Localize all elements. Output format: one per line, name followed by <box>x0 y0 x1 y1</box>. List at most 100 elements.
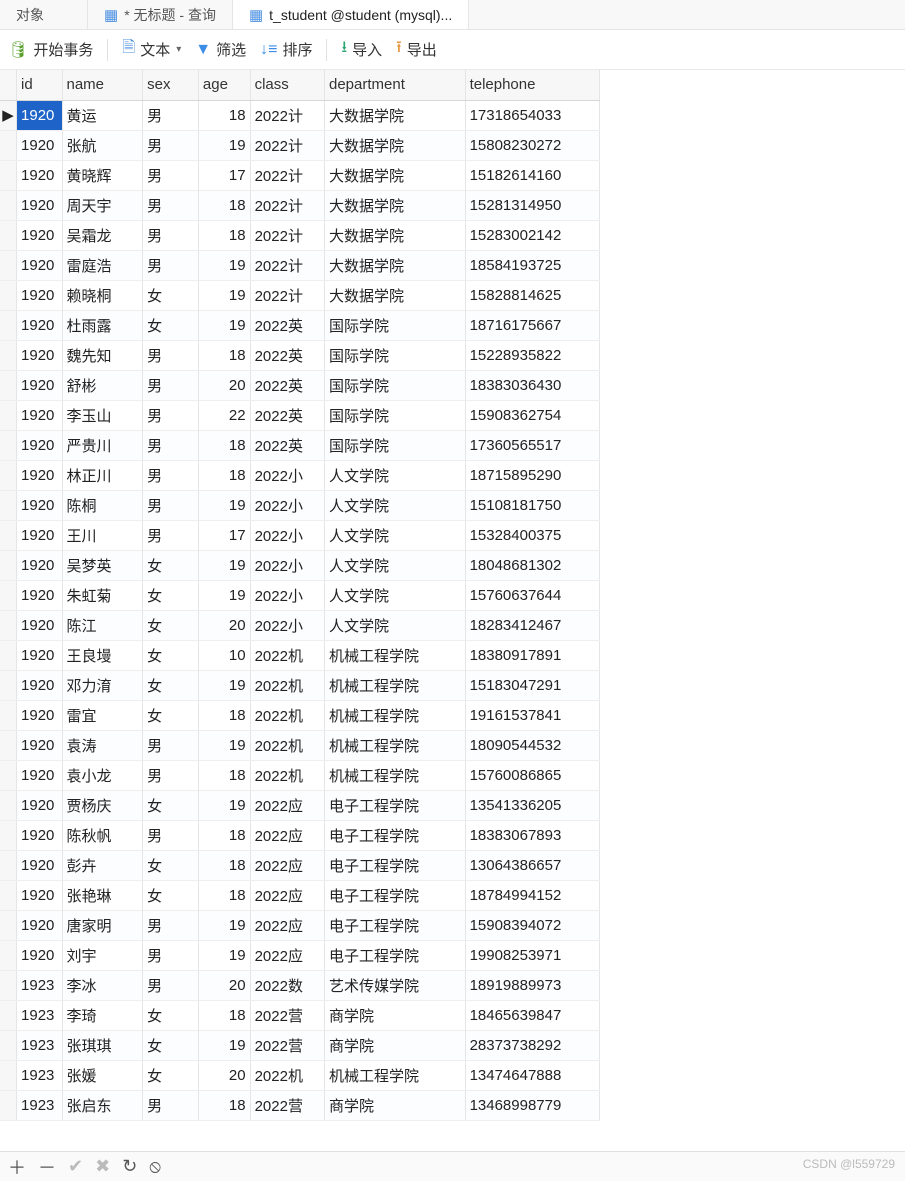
cell-id[interactable]: 1920 <box>17 430 62 460</box>
cell-department[interactable]: 机械工程学院 <box>325 730 466 760</box>
row-marker[interactable] <box>0 1090 17 1120</box>
cell-name[interactable]: 袁小龙 <box>62 760 143 790</box>
cell-class[interactable]: 2022机 <box>250 700 324 730</box>
cell-department[interactable]: 国际学院 <box>325 340 466 370</box>
cell-name[interactable]: 袁涛 <box>62 730 143 760</box>
tab-query[interactable]: ▦ * 无标题 - 查询 <box>88 0 233 29</box>
cell-class[interactable]: 2022营 <box>250 1030 324 1060</box>
cell-age[interactable]: 18 <box>198 190 250 220</box>
cell-id[interactable]: 1920 <box>17 640 62 670</box>
cell-id[interactable]: 1920 <box>17 670 62 700</box>
cell-class[interactable]: 2022机 <box>250 760 324 790</box>
cell-name[interactable]: 贾杨庆 <box>62 790 143 820</box>
table-row[interactable]: 1920陈江女202022小人文学院18283412467 <box>0 610 600 640</box>
cell-class[interactable]: 2022机 <box>250 730 324 760</box>
cell-age[interactable]: 18 <box>198 820 250 850</box>
col-header-sex[interactable]: sex <box>143 70 199 100</box>
cell-class[interactable]: 2022应 <box>250 820 324 850</box>
delete-row-button[interactable]: － <box>38 1154 56 1180</box>
cell-class[interactable]: 2022小 <box>250 490 324 520</box>
cell-class[interactable]: 2022机 <box>250 670 324 700</box>
cell-class[interactable]: 2022应 <box>250 940 324 970</box>
cell-name[interactable]: 张琪琪 <box>62 1030 143 1060</box>
cell-age[interactable]: 22 <box>198 400 250 430</box>
cell-class[interactable]: 2022机 <box>250 640 324 670</box>
table-row[interactable]: 1920刘宇男192022应电子工程学院19908253971 <box>0 940 600 970</box>
cell-id[interactable]: 1920 <box>17 610 62 640</box>
cell-sex[interactable]: 男 <box>143 430 199 460</box>
cell-telephone[interactable]: 15228935822 <box>465 340 599 370</box>
table-row[interactable]: 1920邓力淯女192022机机械工程学院15183047291 <box>0 670 600 700</box>
cell-department[interactable]: 国际学院 <box>325 310 466 340</box>
cell-class[interactable]: 2022营 <box>250 1000 324 1030</box>
cell-id[interactable]: 1923 <box>17 1030 62 1060</box>
cell-department[interactable]: 人文学院 <box>325 520 466 550</box>
cell-class[interactable]: 2022计 <box>250 160 324 190</box>
row-marker[interactable] <box>0 850 17 880</box>
cell-id[interactable]: 1920 <box>17 790 62 820</box>
cell-telephone[interactable]: 15908362754 <box>465 400 599 430</box>
filter-button[interactable]: ▼ 筛选 <box>195 39 246 60</box>
table-row[interactable]: 1923李琦女182022营商学院18465639847 <box>0 1000 600 1030</box>
cell-sex[interactable]: 女 <box>143 580 199 610</box>
cell-id[interactable]: 1920 <box>17 280 62 310</box>
cell-telephone[interactable]: 18584193725 <box>465 250 599 280</box>
cell-department[interactable]: 电子工程学院 <box>325 880 466 910</box>
table-row[interactable]: 1920李玉山男222022英国际学院15908362754 <box>0 400 600 430</box>
table-row[interactable]: 1920陈秋帆男182022应电子工程学院18383067893 <box>0 820 600 850</box>
row-marker[interactable] <box>0 250 17 280</box>
cell-age[interactable]: 19 <box>198 490 250 520</box>
table-row[interactable]: 1920赖晓桐女192022计大数据学院15828814625 <box>0 280 600 310</box>
commit-button[interactable]: ✔ <box>68 1156 83 1177</box>
cell-id[interactable]: 1920 <box>17 550 62 580</box>
cell-sex[interactable]: 女 <box>143 1030 199 1060</box>
cell-id[interactable]: 1920 <box>17 310 62 340</box>
table-row[interactable]: 1920雷庭浩男192022计大数据学院18584193725 <box>0 250 600 280</box>
cell-department[interactable]: 商学院 <box>325 1030 466 1060</box>
cell-department[interactable]: 国际学院 <box>325 430 466 460</box>
cell-sex[interactable]: 女 <box>143 880 199 910</box>
table-row[interactable]: 1923张媛女202022机机械工程学院13474647888 <box>0 1060 600 1090</box>
table-row[interactable]: 1920严贵川男182022英国际学院17360565517 <box>0 430 600 460</box>
table-row[interactable]: 1920吴梦英女192022小人文学院18048681302 <box>0 550 600 580</box>
cell-age[interactable]: 18 <box>198 100 250 130</box>
cell-name[interactable]: 邓力淯 <box>62 670 143 700</box>
cell-department[interactable]: 电子工程学院 <box>325 940 466 970</box>
cell-class[interactable]: 2022英 <box>250 400 324 430</box>
cell-age[interactable]: 17 <box>198 160 250 190</box>
row-marker[interactable] <box>0 1030 17 1060</box>
cell-department[interactable]: 电子工程学院 <box>325 850 466 880</box>
cell-sex[interactable]: 女 <box>143 610 199 640</box>
cell-telephone[interactable]: 18283412467 <box>465 610 599 640</box>
data-grid[interactable]: id name sex age class department telepho… <box>0 70 905 1121</box>
row-marker[interactable] <box>0 220 17 250</box>
cell-department[interactable]: 大数据学院 <box>325 280 466 310</box>
cell-telephone[interactable]: 19161537841 <box>465 700 599 730</box>
row-marker[interactable] <box>0 130 17 160</box>
cell-age[interactable]: 19 <box>198 580 250 610</box>
cell-age[interactable]: 19 <box>198 940 250 970</box>
col-header-name[interactable]: name <box>62 70 143 100</box>
cell-telephone[interactable]: 15828814625 <box>465 280 599 310</box>
cell-class[interactable]: 2022英 <box>250 310 324 340</box>
cell-class[interactable]: 2022应 <box>250 850 324 880</box>
cell-department[interactable]: 机械工程学院 <box>325 1060 466 1090</box>
cell-telephone[interactable]: 28373738292 <box>465 1030 599 1060</box>
cell-id[interactable]: 1923 <box>17 1060 62 1090</box>
cell-sex[interactable]: 男 <box>143 250 199 280</box>
cell-sex[interactable]: 男 <box>143 910 199 940</box>
cell-telephone[interactable]: 18784994152 <box>465 880 599 910</box>
cell-sex[interactable]: 男 <box>143 340 199 370</box>
row-marker[interactable] <box>0 430 17 460</box>
cell-class[interactable]: 2022英 <box>250 340 324 370</box>
cell-class[interactable]: 2022计 <box>250 100 324 130</box>
cell-telephone[interactable]: 13474647888 <box>465 1060 599 1090</box>
cell-id[interactable]: 1920 <box>17 700 62 730</box>
row-marker[interactable] <box>0 1000 17 1030</box>
cell-age[interactable]: 18 <box>198 880 250 910</box>
cell-age[interactable]: 19 <box>198 310 250 340</box>
tab-table[interactable]: ▦ t_student @student (mysql)... <box>233 0 469 29</box>
cell-class[interactable]: 2022英 <box>250 370 324 400</box>
cell-id[interactable]: 1920 <box>17 820 62 850</box>
cell-age[interactable]: 18 <box>198 430 250 460</box>
